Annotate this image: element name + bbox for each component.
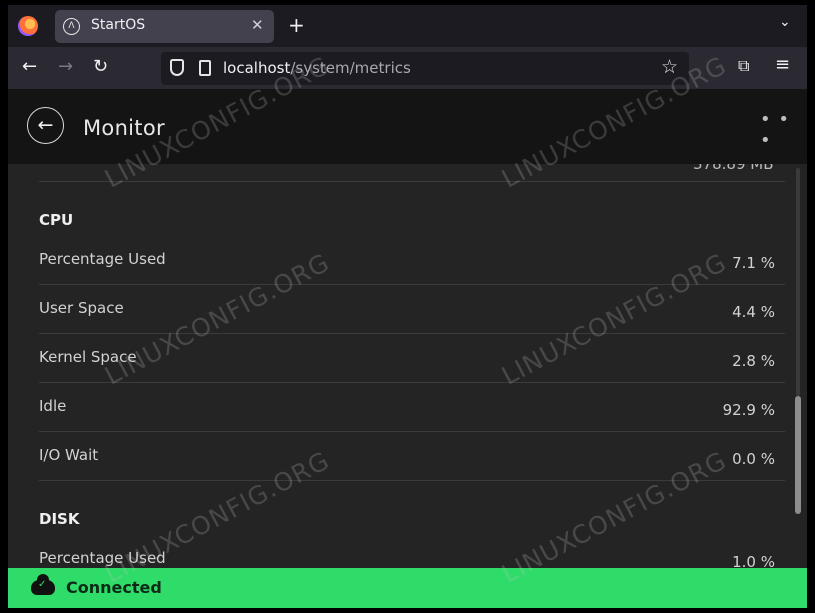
url-text[interactable]: localhost/system/metrics	[223, 59, 411, 77]
more-options-icon[interactable]: • • •	[760, 109, 807, 151]
row-value: 7.1 %	[732, 254, 775, 272]
firefox-logo-icon[interactable]	[18, 16, 38, 36]
row-label: Percentage Used	[39, 549, 166, 567]
section-title-disk: DISK	[39, 510, 80, 528]
app-back-button[interactable]: ←	[27, 107, 64, 144]
scrollbar-thumb[interactable]	[795, 396, 801, 514]
divider	[39, 333, 785, 334]
divider	[39, 431, 785, 432]
row-value: 92.9 %	[722, 401, 775, 419]
page-title: Monitor	[83, 116, 165, 140]
page-icon[interactable]	[199, 60, 211, 76]
forward-button[interactable]: →	[58, 56, 73, 77]
cloud-check-icon	[31, 574, 55, 595]
row-value: 0.0 %	[732, 450, 775, 468]
url-path: /system/metrics	[290, 59, 411, 77]
back-button[interactable]: ←	[22, 56, 37, 77]
section-title-cpu: CPU	[39, 211, 74, 229]
row-label: Idle	[39, 397, 67, 415]
metrics-content[interactable]: 378.89 MB CPU Percentage Used 7.1 % User…	[8, 164, 807, 572]
connection-status-bar: Connected	[8, 568, 807, 608]
row-label: User Space	[39, 299, 124, 317]
browser-window: Λ StartOS ✕ + ⌄ ← → ↻ localhost/system/m…	[8, 5, 807, 608]
app-header: ← Monitor • • •	[8, 89, 807, 164]
row-value: 2.8 %	[732, 352, 775, 370]
row-value: 4.4 %	[732, 303, 775, 321]
status-text: Connected	[66, 578, 162, 597]
divider	[39, 480, 785, 481]
extensions-icon[interactable]: ⧉	[738, 56, 749, 76]
shield-icon[interactable]	[170, 59, 184, 76]
partial-value: 378.89 MB	[693, 164, 774, 173]
scrollbar[interactable]	[794, 168, 802, 568]
reload-button[interactable]: ↻	[93, 56, 108, 77]
row-label: Kernel Space	[39, 348, 137, 366]
scrollbar-track[interactable]	[796, 168, 800, 396]
startos-logo-icon: Λ	[63, 18, 80, 35]
bookmark-star-icon[interactable]: ☆	[661, 56, 678, 78]
divider	[39, 284, 785, 285]
divider	[39, 181, 785, 182]
tab-bar: Λ StartOS ✕ + ⌄	[8, 5, 807, 47]
row-label: I/O Wait	[39, 446, 99, 464]
close-tab-icon[interactable]: ✕	[251, 16, 264, 34]
tab-list-chevron-icon[interactable]: ⌄	[779, 14, 791, 30]
navigation-bar: ← → ↻ localhost/system/metrics ☆ ⧉ ≡	[8, 47, 807, 89]
menu-icon[interactable]: ≡	[775, 54, 790, 75]
new-tab-button[interactable]: +	[288, 13, 305, 37]
url-host: localhost	[223, 59, 291, 77]
url-bar[interactable]: localhost/system/metrics ☆	[161, 52, 689, 85]
tab-title: StartOS	[91, 17, 146, 33]
row-label: Percentage Used	[39, 250, 166, 268]
divider	[39, 382, 785, 383]
tab-startos[interactable]: Λ StartOS ✕	[55, 10, 274, 43]
